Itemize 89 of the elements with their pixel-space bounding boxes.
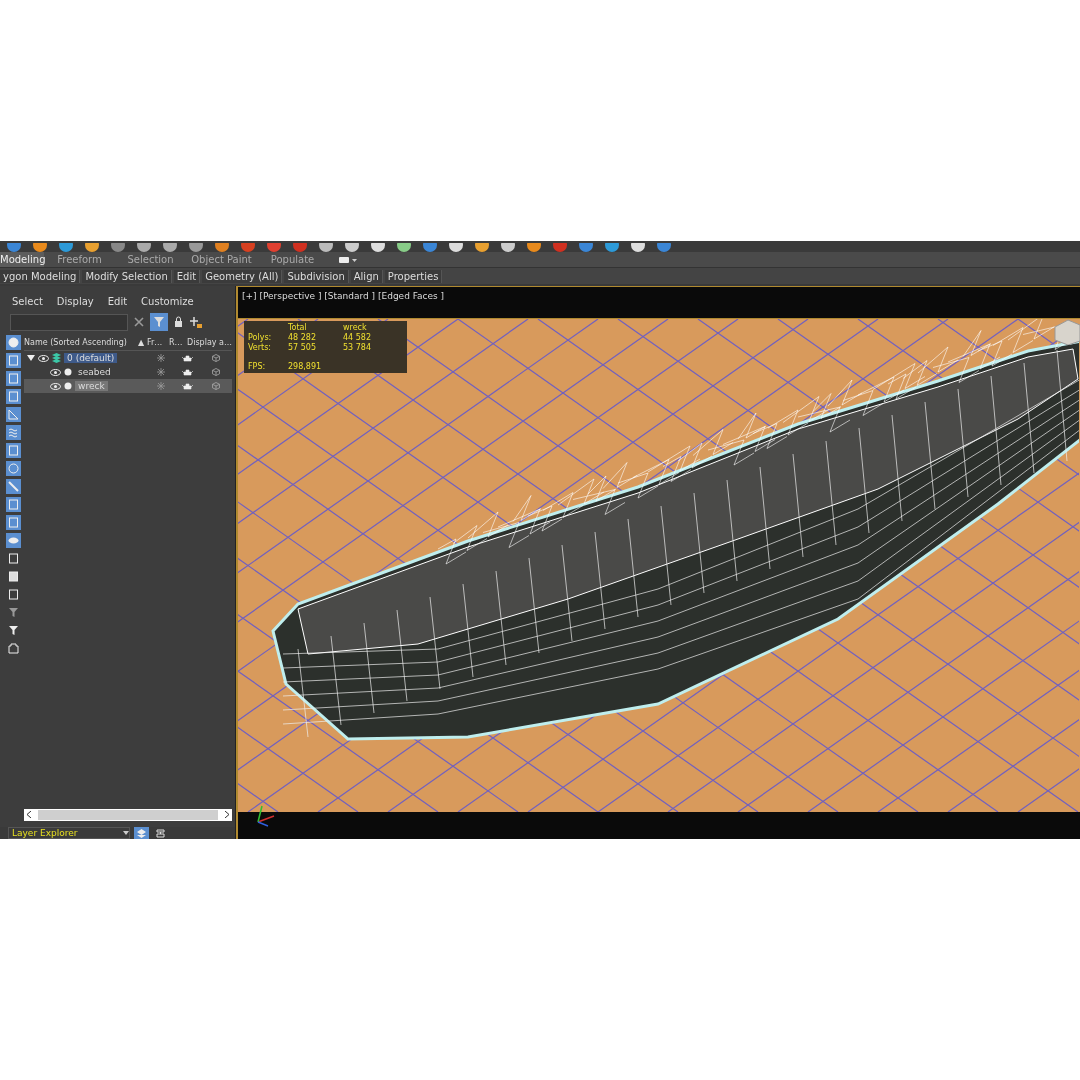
toolbar-icon[interactable]	[526, 243, 542, 252]
caret-icon	[123, 831, 129, 835]
object-dot-icon	[64, 382, 73, 390]
ribbon-panel[interactable]: Geometry (All)	[202, 269, 283, 283]
ribbon-panel[interactable]: Subdivision	[284, 269, 349, 283]
ribbon-panel[interactable]: Properties	[384, 269, 443, 283]
eye-icon[interactable]	[38, 354, 50, 362]
expand-arrow-icon[interactable]	[27, 354, 36, 362]
toolbar-icon[interactable]	[630, 243, 646, 252]
stats-label: Polys:	[248, 333, 273, 342]
snowflake-icon[interactable]	[157, 382, 166, 390]
toolbar-icon[interactable]	[396, 243, 412, 252]
column-header[interactable]: Display a…	[187, 338, 232, 347]
ribbon-panel[interactable]: Modify Selection	[82, 269, 172, 283]
ribbon-tab[interactable]: Freeform	[44, 252, 115, 267]
clear-icon[interactable]	[134, 317, 144, 327]
toolbar-icon[interactable]	[344, 243, 360, 252]
scroll-left-icon[interactable]	[27, 810, 33, 820]
toolbar-icon[interactable]	[84, 243, 100, 252]
scroll-right-icon[interactable]	[224, 810, 229, 820]
toolbar-icon[interactable]	[32, 243, 48, 252]
column-header[interactable]: Name (Sorted Ascending)	[24, 338, 139, 347]
object-dot-icon	[64, 368, 73, 376]
ribbon-tab[interactable]: Selection	[115, 252, 186, 267]
ribbon-tab[interactable]: Populate	[257, 252, 328, 267]
filter-button[interactable]	[150, 313, 168, 331]
stats-value: 53 784	[343, 343, 372, 352]
ribbon-tab[interactable]: Modeling	[0, 252, 44, 267]
hierarchy-view-button[interactable]	[153, 827, 168, 839]
toolbar-icon[interactable]	[136, 243, 152, 252]
toolbar-icon[interactable]	[474, 243, 490, 252]
explorer-dropdown[interactable]: Layer Explorer	[8, 827, 130, 839]
stats-header: wreck	[343, 323, 368, 332]
viewport-label[interactable]: [+] [Perspective ] [Standard ] [Edged Faces ]	[242, 291, 445, 301]
menu-item[interactable]: Display	[56, 296, 94, 307]
menu-item[interactable]: Customize	[141, 296, 194, 307]
tool-button[interactable]	[6, 551, 21, 566]
layer-name[interactable]: seabed	[75, 367, 114, 377]
stats-value: 48 282	[288, 333, 317, 342]
tool-button[interactable]	[6, 641, 21, 656]
layer-view-button[interactable]	[134, 827, 149, 839]
stats-header: Total	[288, 323, 308, 332]
ribbon-toggle-icon[interactable]	[338, 254, 358, 265]
menu-item[interactable]: Select	[12, 296, 43, 307]
toolbar-icon[interactable]	[500, 243, 516, 252]
toolbar-icon[interactable]	[58, 243, 74, 252]
sort-indicator: ▲	[138, 338, 146, 347]
cube-icon[interactable]	[212, 354, 221, 362]
toolbar-icon[interactable]	[188, 243, 204, 252]
horizontal-scrollbar[interactable]	[24, 809, 232, 821]
stats-value: 57 505	[288, 343, 317, 352]
stats-value: 298,891	[288, 362, 323, 371]
toolbar-icon[interactable]	[318, 243, 334, 252]
cube-icon[interactable]	[212, 368, 221, 376]
stats-label: Verts:	[248, 343, 273, 352]
teapot-icon[interactable]	[181, 368, 193, 376]
eye-icon[interactable]	[50, 368, 62, 376]
add-layer-icon[interactable]	[189, 315, 202, 329]
snowflake-icon[interactable]	[157, 354, 166, 362]
ribbon-panel[interactable]: Align	[350, 269, 383, 283]
tool-button[interactable]	[6, 605, 21, 620]
eye-icon[interactable]	[50, 382, 62, 390]
layer-name[interactable]: 0 (default)	[64, 353, 118, 363]
column-header[interactable]: Fr…	[147, 338, 170, 347]
filter-icon	[153, 316, 165, 328]
layers-icon	[52, 353, 62, 363]
ribbon-panel[interactable]: ygon Modeling	[0, 269, 81, 283]
toolbar-icon[interactable]	[370, 243, 386, 252]
search-field[interactable]	[10, 313, 128, 331]
layer-row[interactable]: seabed	[24, 365, 232, 379]
toolbar-icon[interactable]	[214, 243, 230, 252]
column-header[interactable]: R…	[169, 338, 188, 347]
ribbon-panel[interactable]: Edit	[173, 269, 201, 283]
tool-button[interactable]	[6, 623, 21, 638]
toolbar-icon[interactable]	[162, 243, 178, 252]
lock-icon[interactable]	[174, 316, 183, 328]
snowflake-icon[interactable]	[157, 368, 166, 376]
stats-label: FPS:	[248, 362, 267, 371]
toolbar-icon[interactable]	[604, 243, 620, 252]
menu-item[interactable]: Edit	[107, 296, 128, 307]
stats-value: 44 582	[343, 333, 372, 342]
cube-icon[interactable]	[212, 382, 221, 390]
tool-button[interactable]	[6, 587, 21, 602]
ribbon-tab[interactable]: Object Paint	[186, 252, 257, 267]
layer-row[interactable]: 0 (default)	[24, 351, 232, 365]
toolbar-icon[interactable]	[448, 243, 464, 252]
teapot-icon[interactable]	[181, 382, 193, 390]
teapot-icon[interactable]	[181, 354, 193, 362]
tool-button[interactable]	[6, 569, 21, 584]
